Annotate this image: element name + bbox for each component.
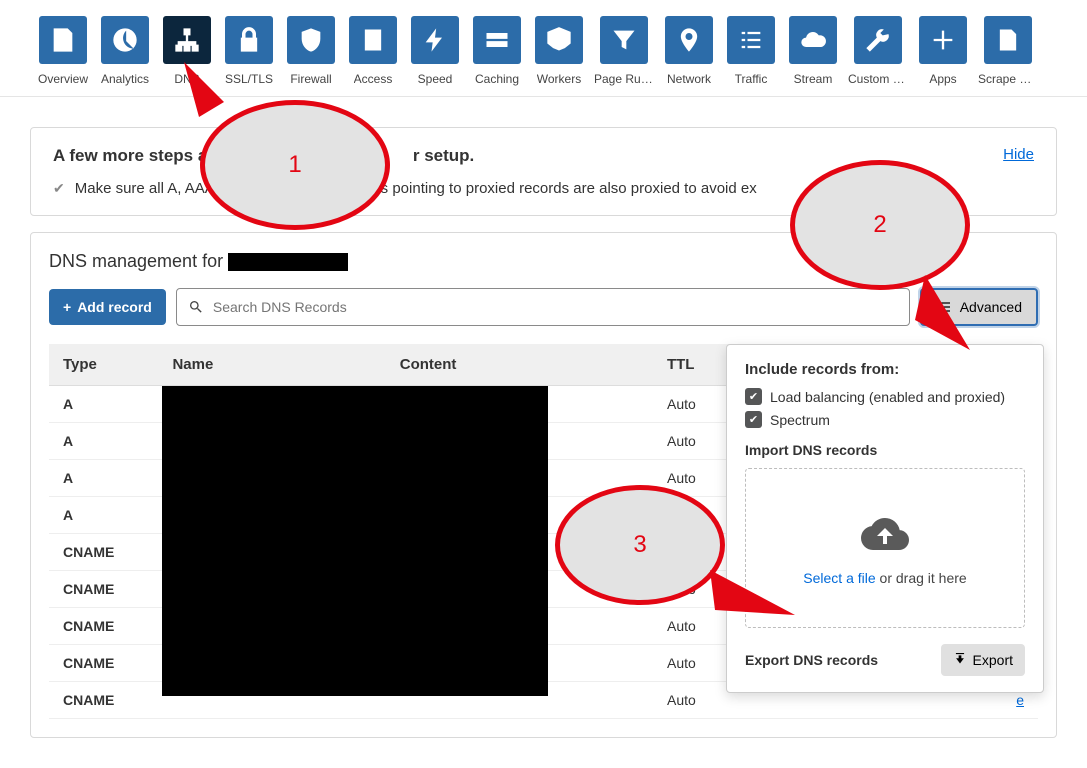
top-nav: OverviewAnalyticsDNSSSL/TLSFirewallAcces… bbox=[0, 0, 1087, 97]
cell-type: A bbox=[49, 497, 158, 534]
pie-icon bbox=[101, 16, 149, 64]
callout-1: 1 bbox=[200, 100, 390, 230]
nav-label: Access bbox=[354, 72, 393, 86]
nav-label: Network bbox=[667, 72, 711, 86]
export-button[interactable]: Export bbox=[941, 644, 1025, 676]
checkbox-icon: ✔ bbox=[745, 388, 762, 405]
nav-item-page-rules[interactable]: Page Rules bbox=[594, 16, 654, 86]
col-content: Content bbox=[386, 344, 653, 386]
table-wrapper: Type Name Content TTL A Auto e A Auto e … bbox=[49, 344, 1038, 719]
nav-label: Custom P… bbox=[848, 72, 908, 86]
cell-type: CNAME bbox=[49, 645, 158, 682]
plus-icon: + bbox=[63, 299, 71, 315]
nav-item-analytics[interactable]: Analytics bbox=[98, 16, 152, 86]
tree-icon bbox=[163, 16, 211, 64]
doc-icon bbox=[39, 16, 87, 64]
add-record-button[interactable]: + Add record bbox=[49, 289, 166, 325]
col-ttl: TTL bbox=[653, 344, 723, 386]
checkbox-icon: ✔ bbox=[745, 411, 762, 428]
cell-type: CNAME bbox=[49, 534, 158, 571]
advanced-panel: Include records from: ✔ Load balancing (… bbox=[726, 344, 1044, 693]
nav-item-network[interactable]: Network bbox=[662, 16, 716, 86]
cloud-upload-icon bbox=[858, 510, 912, 558]
nav-label: Traffic bbox=[735, 72, 768, 86]
nav-item-firewall[interactable]: Firewall bbox=[284, 16, 338, 86]
nav-item-custom-p-[interactable]: Custom P… bbox=[848, 16, 908, 86]
nav-label: Speed bbox=[418, 72, 453, 86]
nav-label: Workers bbox=[537, 72, 581, 86]
nav-item-scrape-s-[interactable]: Scrape S… bbox=[978, 16, 1038, 86]
callout-tail bbox=[174, 62, 244, 132]
notice-item: ✔ Make sure all A, AAA ds pointing to pr… bbox=[53, 180, 757, 197]
cell-type: A bbox=[49, 423, 158, 460]
dropzone-text: Select a file or drag it here bbox=[803, 570, 966, 586]
nav-label: Stream bbox=[794, 72, 833, 86]
nav-item-speed[interactable]: Speed bbox=[408, 16, 462, 86]
cell-type: A bbox=[49, 386, 158, 423]
callout-3: 3 bbox=[555, 485, 725, 605]
pin-icon bbox=[665, 16, 713, 64]
row-action-link[interactable]: e bbox=[1016, 692, 1024, 708]
search-wrapper bbox=[176, 288, 910, 326]
nav-item-apps[interactable]: Apps bbox=[916, 16, 970, 86]
notice-title: A few more steps are r setup. bbox=[53, 146, 757, 166]
cell-type: CNAME bbox=[49, 682, 158, 719]
nav-label: Page Rules bbox=[594, 72, 654, 86]
nav-item-traffic[interactable]: Traffic bbox=[724, 16, 778, 86]
dns-management-card: DNS management for + Add record Advanced… bbox=[30, 232, 1057, 738]
nav-label: Apps bbox=[929, 72, 956, 86]
cell-ttl: Auto bbox=[653, 682, 723, 719]
shield-icon bbox=[287, 16, 335, 64]
nav-item-overview[interactable]: Overview bbox=[36, 16, 90, 86]
import-title: Import DNS records bbox=[745, 442, 1025, 458]
callout-tail bbox=[710, 560, 800, 630]
lock-icon bbox=[225, 16, 273, 64]
download-icon bbox=[953, 653, 967, 667]
drive-icon bbox=[473, 16, 521, 64]
nav-item-stream[interactable]: Stream bbox=[786, 16, 840, 86]
cell-ttl: Auto bbox=[653, 645, 723, 682]
nav-label: Analytics bbox=[101, 72, 149, 86]
export-title: Export DNS records bbox=[745, 652, 878, 668]
wrench-icon bbox=[854, 16, 902, 64]
plus-icon bbox=[919, 16, 967, 64]
col-type: Type bbox=[49, 344, 158, 386]
page-icon bbox=[984, 16, 1032, 64]
cell-type: CNAME bbox=[49, 608, 158, 645]
bolt-icon bbox=[411, 16, 459, 64]
checkbox-spectrum[interactable]: ✔ Spectrum bbox=[745, 411, 1025, 428]
cell-type: CNAME bbox=[49, 571, 158, 608]
hex-icon bbox=[535, 16, 583, 64]
cloud-icon bbox=[789, 16, 837, 64]
door-icon bbox=[349, 16, 397, 64]
nav-item-workers[interactable]: Workers bbox=[532, 16, 586, 86]
redacted-block bbox=[162, 386, 548, 696]
nav-label: Firewall bbox=[290, 72, 331, 86]
cell-type: A bbox=[49, 460, 158, 497]
cell-ttl: Auto bbox=[653, 386, 723, 423]
cell-ttl: Auto bbox=[653, 423, 723, 460]
funnel-icon bbox=[600, 16, 648, 64]
check-icon: ✔ bbox=[53, 180, 65, 197]
col-name: Name bbox=[158, 344, 385, 386]
nav-label: Overview bbox=[38, 72, 88, 86]
search-input[interactable] bbox=[176, 288, 910, 326]
nav-label: Scrape S… bbox=[978, 72, 1038, 86]
hide-link[interactable]: Hide bbox=[1003, 146, 1034, 163]
dns-toolbar: + Add record Advanced bbox=[49, 288, 1038, 326]
include-records-title: Include records from: bbox=[745, 361, 1025, 378]
search-icon bbox=[188, 299, 204, 315]
nav-item-access[interactable]: Access bbox=[346, 16, 400, 86]
callout-2: 2 bbox=[790, 160, 970, 290]
callout-tail bbox=[915, 270, 985, 360]
select-file-link[interactable]: Select a file bbox=[803, 570, 875, 586]
list-icon bbox=[727, 16, 775, 64]
nav-item-caching[interactable]: Caching bbox=[470, 16, 524, 86]
nav-label: Caching bbox=[475, 72, 519, 86]
checkbox-load-balancing[interactable]: ✔ Load balancing (enabled and proxied) bbox=[745, 388, 1025, 405]
redacted-domain bbox=[228, 253, 348, 271]
